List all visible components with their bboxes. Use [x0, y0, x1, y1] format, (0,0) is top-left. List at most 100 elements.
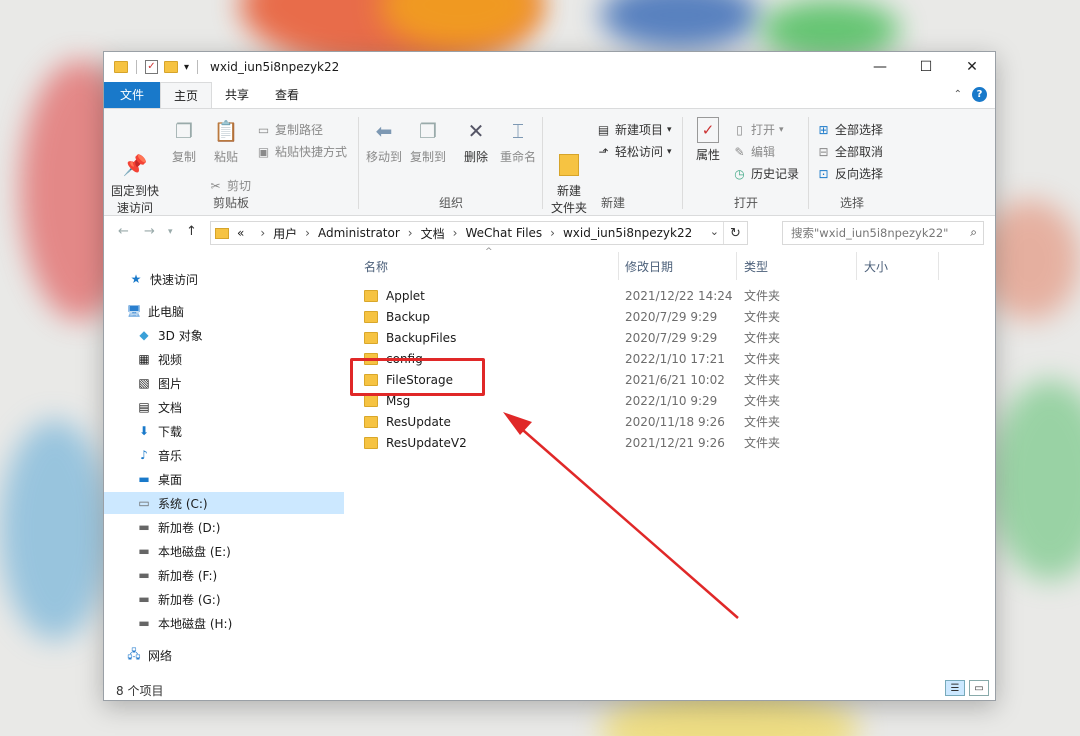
- move-to-button[interactable]: ⬅ 移动到: [362, 117, 406, 166]
- large-icons-view-icon[interactable]: ▭: [969, 680, 989, 696]
- nav-item-desktop[interactable]: ▬ 桌面: [104, 468, 344, 490]
- file-row[interactable]: Backup 2020/7/29 9:29 文件夹: [364, 306, 784, 327]
- nav-item-this-pc[interactable]: 🖥 此电脑: [104, 300, 344, 322]
- copy-button[interactable]: ❐ 复制: [166, 117, 202, 166]
- pin-to-quick-access-button[interactable]: 📌 固定到快 速访问: [110, 117, 160, 234]
- new-folder-icon[interactable]: [164, 61, 178, 73]
- column-header-name[interactable]: 名称: [364, 258, 388, 275]
- copy-path-button[interactable]: ▭ 复制路径: [256, 121, 323, 138]
- file-type: 文件夹: [744, 415, 781, 429]
- tab-view[interactable]: 查看: [262, 82, 312, 108]
- file-row[interactable]: BackupFiles 2020/7/29 9:29 文件夹: [364, 327, 784, 348]
- collapse-ribbon-icon[interactable]: ⌃: [954, 89, 962, 100]
- minimize-button[interactable]: —: [857, 52, 903, 82]
- up-arrow-icon[interactable]: ↑: [186, 224, 197, 239]
- properties-label: 属性: [695, 148, 720, 162]
- breadcrumb-item[interactable]: 文档: [421, 225, 445, 242]
- file-type: 文件夹: [744, 331, 781, 345]
- search-input[interactable]: 搜索"wxid_iun5i8npezyk22" ⌕: [782, 221, 984, 245]
- refresh-icon[interactable]: ↻: [723, 222, 747, 244]
- maximize-button[interactable]: ☐: [903, 52, 949, 82]
- customize-toolbar-dropdown-icon[interactable]: ▾: [184, 62, 189, 73]
- new-folder-button[interactable]: 新建 文件夹: [548, 117, 590, 234]
- column-divider[interactable]: [938, 252, 939, 280]
- easy-access-button[interactable]: ⬏ 轻松访问 ▾: [596, 143, 671, 160]
- paint-splash: [600, 0, 760, 50]
- group-label-organize: 组织: [438, 196, 463, 210]
- ribbon-group-new: 新建 文件夹 ▤ 新建项目 ▾ ⬏ 轻松访问 ▾ 新建: [544, 113, 682, 216]
- details-view-icon[interactable]: ☰: [945, 680, 965, 696]
- open-button[interactable]: ▯ 打开 ▾: [732, 121, 783, 138]
- edit-icon: ✎: [734, 144, 745, 159]
- file-row[interactable]: ResUpdateV2 2021/12/21 9:26 文件夹: [364, 432, 784, 453]
- nav-item-network[interactable]: 🖧 网络: [104, 644, 344, 666]
- nav-label: 新加卷 (F:): [158, 568, 218, 583]
- new-item-label: 新建项目: [615, 123, 664, 137]
- file-row[interactable]: ResUpdate 2020/11/18 9:26 文件夹: [364, 411, 784, 432]
- column-divider[interactable]: [618, 252, 619, 280]
- tab-file[interactable]: 文件: [104, 82, 160, 108]
- file-name: Applet: [386, 288, 425, 303]
- nav-item-quick-access[interactable]: ★ 快速访问: [104, 268, 344, 290]
- address-bar[interactable]: « › 用户 › Administrator › 文档 › WeChat Files ›…: [210, 221, 748, 245]
- copy-to-button[interactable]: ❐ 复制到: [406, 117, 450, 166]
- breadcrumb-overflow[interactable]: «: [237, 226, 244, 240]
- nav-item-3d-objects[interactable]: ◆ 3D 对象: [104, 324, 344, 346]
- nav-item-videos[interactable]: ▦ 视频: [104, 348, 344, 370]
- properties-check-icon[interactable]: ✓: [145, 60, 158, 74]
- column-divider[interactable]: [856, 252, 857, 280]
- paste-shortcut-button[interactable]: ▣ 粘贴快捷方式: [256, 143, 347, 160]
- nav-item-downloads[interactable]: ⬇ 下载: [104, 420, 344, 442]
- column-divider[interactable]: [736, 252, 737, 280]
- properties-button[interactable]: ✓ 属性: [688, 117, 728, 164]
- cut-button[interactable]: ✂ 剪切: [208, 177, 251, 194]
- column-header-date[interactable]: 修改日期: [625, 258, 673, 275]
- group-label-open: 打开: [733, 196, 758, 210]
- file-row[interactable]: Applet 2021/12/22 14:24 文件夹: [364, 285, 784, 306]
- copy-path-label: 复制路径: [275, 123, 324, 137]
- copy-icon: ❐: [175, 118, 193, 143]
- help-icon[interactable]: ?: [972, 87, 987, 102]
- column-header-size[interactable]: 大小: [864, 258, 888, 275]
- history-button[interactable]: ◷ 历史记录: [732, 165, 799, 182]
- nav-item-drive-h[interactable]: ▬ 本地磁盘 (H:): [104, 612, 344, 634]
- group-label-select: 选择: [839, 196, 864, 210]
- search-icon[interactable]: ⌕: [970, 225, 977, 240]
- drive-icon: ▬: [138, 568, 150, 582]
- edit-button[interactable]: ✎ 编辑: [732, 143, 775, 160]
- column-header-type[interactable]: 类型: [744, 258, 768, 275]
- select-none-button[interactable]: ⊟ 全部取消: [816, 143, 883, 160]
- search-placeholder: 搜索"wxid_iun5i8npezyk22": [791, 226, 949, 240]
- folder-icon: [364, 394, 378, 407]
- back-arrow-icon[interactable]: ←: [118, 224, 129, 239]
- breadcrumb-item[interactable]: WeChat Files: [465, 226, 542, 240]
- tab-share[interactable]: 共享: [212, 82, 262, 108]
- invert-selection-button[interactable]: ⊡ 反向选择: [816, 165, 883, 182]
- rename-icon: ⌶: [512, 118, 524, 143]
- recent-locations-icon[interactable]: ▾: [168, 227, 173, 237]
- nav-item-pictures[interactable]: ▧ 图片: [104, 372, 344, 394]
- breadcrumb-item[interactable]: Administrator: [318, 226, 400, 240]
- tab-home[interactable]: 主页: [160, 82, 213, 108]
- breadcrumb-separator-icon: ›: [260, 226, 266, 240]
- close-button[interactable]: ✕: [949, 52, 995, 82]
- new-item-button[interactable]: ▤ 新建项目 ▾: [596, 121, 672, 138]
- breadcrumb-item[interactable]: wxid_iun5i8npezyk22: [563, 226, 692, 240]
- file-type: 文件夹: [744, 436, 781, 450]
- delete-button[interactable]: ✕ 删除: [458, 117, 494, 166]
- forward-arrow-icon[interactable]: →: [144, 224, 155, 239]
- nav-item-documents[interactable]: ▤ 文档: [104, 396, 344, 418]
- nav-item-drive-c[interactable]: ▭ 系统 (C:): [104, 492, 344, 514]
- select-all-button[interactable]: ⊞ 全部选择: [816, 121, 883, 138]
- nav-item-drive-d[interactable]: ▬ 新加卷 (D:): [104, 516, 344, 538]
- nav-item-drive-e[interactable]: ▬ 本地磁盘 (E:): [104, 540, 344, 562]
- address-dropdown-icon[interactable]: ⌄: [710, 225, 719, 238]
- rename-button[interactable]: ⌶ 重命名: [496, 117, 540, 166]
- breadcrumb-item[interactable]: 用户: [273, 225, 297, 242]
- paste-button[interactable]: 📋 粘贴: [208, 117, 244, 166]
- nav-item-drive-f[interactable]: ▬ 新加卷 (F:): [104, 564, 344, 586]
- nav-item-drive-g[interactable]: ▬ 新加卷 (G:): [104, 588, 344, 610]
- nav-item-music[interactable]: ♪ 音乐: [104, 444, 344, 466]
- move-to-label: 移动到: [365, 150, 402, 164]
- folder-icon: [364, 310, 378, 323]
